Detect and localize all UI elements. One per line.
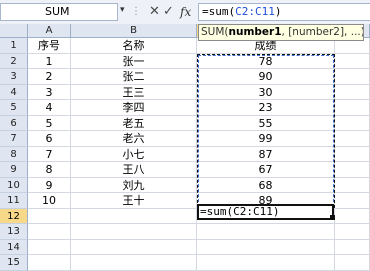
insert-function-button[interactable]: fx xyxy=(180,3,191,21)
name-box-dropdown-icon[interactable]: ▾ xyxy=(120,5,125,15)
cell-a[interactable]: 5 xyxy=(28,115,71,131)
empty-cell[interactable] xyxy=(71,208,197,224)
cell-b[interactable]: 张一 xyxy=(71,53,197,69)
cell-c[interactable]: 99 xyxy=(197,131,335,147)
row-header-11[interactable]: 11 xyxy=(0,193,28,209)
formula-bar: SUM ▾ ⋮ ✕ ✓ fx =sum(C2:C11) xyxy=(0,0,370,25)
fill-handle[interactable] xyxy=(330,215,335,220)
row-header-3[interactable]: 3 xyxy=(0,69,28,85)
cell-b[interactable]: 王十 xyxy=(71,193,197,209)
row-header-6[interactable]: 6 xyxy=(0,115,28,131)
formula-suffix: ) xyxy=(274,5,282,18)
cell-a[interactable]: 3 xyxy=(28,84,71,100)
row-header-7[interactable]: 7 xyxy=(0,131,28,147)
empty-cell[interactable] xyxy=(71,239,197,255)
cell-c[interactable]: 78 xyxy=(197,53,335,69)
cell-a[interactable]: 4 xyxy=(28,100,71,116)
empty-cell[interactable] xyxy=(335,255,370,271)
formula-bar-separator-icon[interactable]: ⋮ xyxy=(131,3,141,21)
empty-cell[interactable] xyxy=(335,239,370,255)
cell-b[interactable]: 王八 xyxy=(71,162,197,178)
cancel-x-icon[interactable]: ✕ xyxy=(149,3,160,21)
row-header-5[interactable]: 5 xyxy=(0,100,28,116)
column-header-b[interactable]: B xyxy=(71,24,197,38)
row-header-1[interactable]: 1 xyxy=(0,38,28,54)
cell-b[interactable]: 张二 xyxy=(71,69,197,85)
cell-c[interactable]: 55 xyxy=(197,115,335,131)
header-cell-b[interactable]: 名称 xyxy=(71,38,197,54)
cell-c[interactable]: 87 xyxy=(197,146,335,162)
cell-c[interactable]: 67 xyxy=(197,162,335,178)
cell-b[interactable]: 小七 xyxy=(71,146,197,162)
empty-cell[interactable] xyxy=(335,84,370,100)
formula-prefix: =sum( xyxy=(202,5,236,18)
checkmark-icon[interactable]: ✓ xyxy=(163,3,174,21)
empty-cell[interactable] xyxy=(28,239,71,255)
cell-b[interactable]: 李四 xyxy=(71,100,197,116)
cell-a[interactable]: 6 xyxy=(28,131,71,147)
empty-cell[interactable] xyxy=(28,255,71,271)
empty-cell[interactable] xyxy=(335,177,370,193)
empty-cell[interactable] xyxy=(335,146,370,162)
row-header-2[interactable]: 2 xyxy=(0,53,28,69)
formula-input[interactable]: =sum(C2:C11) xyxy=(198,3,370,21)
header-cell-a[interactable]: 序号 xyxy=(28,38,71,54)
cell-b[interactable]: 老六 xyxy=(71,131,197,147)
empty-cell[interactable] xyxy=(28,208,71,224)
empty-cell[interactable] xyxy=(28,224,71,240)
formula-range-reference: C2:C11 xyxy=(235,5,275,18)
row-header-8[interactable]: 8 xyxy=(0,146,28,162)
empty-cell[interactable] xyxy=(335,224,370,240)
tooltip-rest-args: , [number2], ...) xyxy=(281,26,364,38)
empty-cell[interactable] xyxy=(71,255,197,271)
cell-c[interactable]: 68 xyxy=(197,177,335,193)
empty-cell[interactable] xyxy=(335,53,370,69)
tooltip-current-arg[interactable]: number1 xyxy=(229,26,282,38)
editing-cell-c12[interactable]: =sum(C2:C11) xyxy=(197,204,334,220)
tooltip-func-name[interactable]: SUM( xyxy=(201,26,229,38)
cell-c[interactable]: 23 xyxy=(197,100,335,116)
name-box[interactable]: SUM xyxy=(0,3,118,21)
empty-cell[interactable] xyxy=(197,255,335,271)
empty-cell[interactable] xyxy=(335,100,370,116)
cell-a[interactable]: 2 xyxy=(28,69,71,85)
empty-cell[interactable] xyxy=(71,224,197,240)
cell-a[interactable]: 8 xyxy=(28,162,71,178)
row-header-14[interactable]: 14 xyxy=(0,239,28,255)
cell-a[interactable]: 9 xyxy=(28,177,71,193)
empty-cell[interactable] xyxy=(197,224,335,240)
empty-cell[interactable] xyxy=(335,115,370,131)
cell-b[interactable]: 王三 xyxy=(71,84,197,100)
row-header-4[interactable]: 4 xyxy=(0,84,28,100)
cell-a[interactable]: 7 xyxy=(28,146,71,162)
cell-c[interactable]: 90 xyxy=(197,69,335,85)
empty-cell[interactable] xyxy=(335,162,370,178)
empty-cell[interactable] xyxy=(335,131,370,147)
column-header-a[interactable]: A xyxy=(28,24,71,38)
empty-cell[interactable] xyxy=(197,239,335,255)
select-all-corner[interactable] xyxy=(0,24,28,38)
row-header-10[interactable]: 10 xyxy=(0,177,28,193)
row-header-12[interactable]: 12 xyxy=(0,208,28,224)
row-header-9[interactable]: 9 xyxy=(0,162,28,178)
cell-c[interactable]: 30 xyxy=(197,84,335,100)
empty-cell[interactable] xyxy=(335,193,370,209)
function-tooltip: SUM(number1, [number2], ...) xyxy=(198,24,364,41)
row-header-13[interactable]: 13 xyxy=(0,224,28,240)
row-header-15[interactable]: 15 xyxy=(0,255,28,271)
cell-a[interactable]: 10 xyxy=(28,193,71,209)
cell-b[interactable]: 老五 xyxy=(71,115,197,131)
cell-a[interactable]: 1 xyxy=(28,53,71,69)
cell-b[interactable]: 刘九 xyxy=(71,177,197,193)
empty-cell[interactable] xyxy=(335,208,370,224)
empty-cell[interactable] xyxy=(335,69,370,85)
